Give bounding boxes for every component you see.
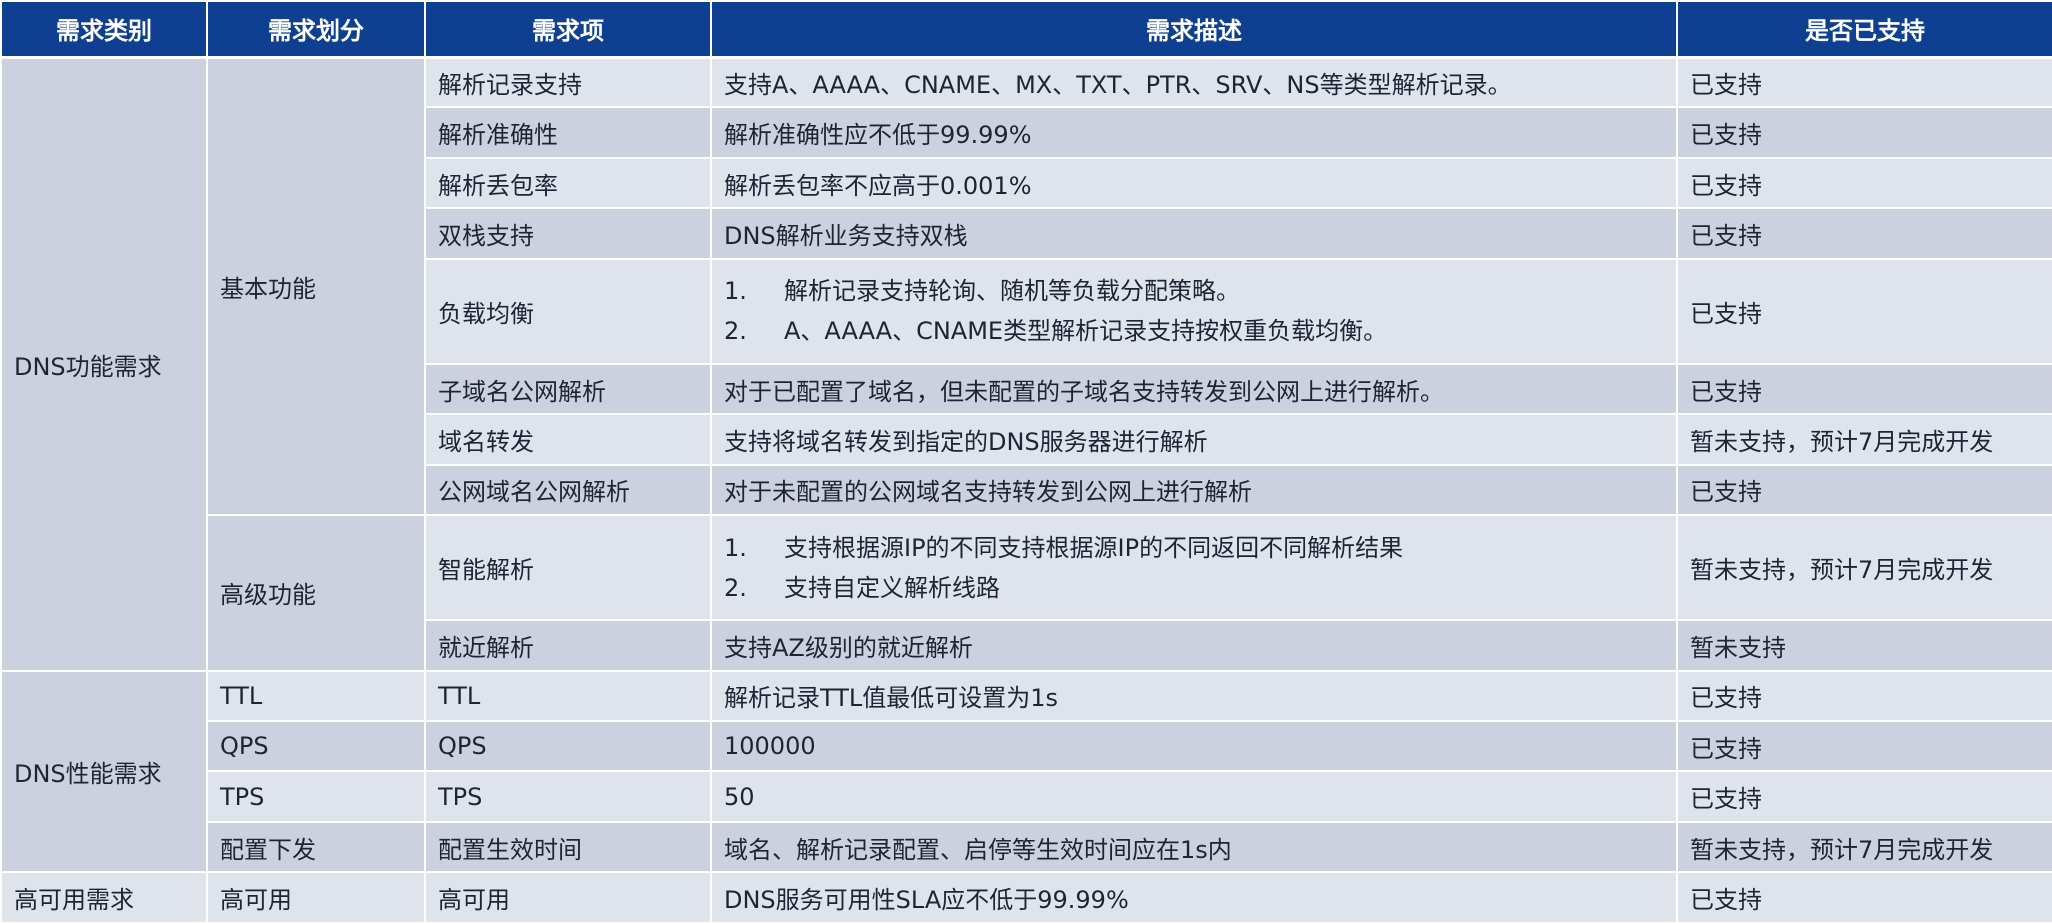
division-cell: TTL [206, 669, 426, 723]
header-division: 需求划分 [206, 0, 426, 59]
status-cell: 已支持 [1676, 106, 2052, 159]
item-cell: 域名转发 [424, 413, 712, 466]
description-line: 2. A、AAAA、CNAME类型解析记录支持按权重负载均衡。 [724, 311, 1664, 351]
table-row: DNS功能需求 基本功能 解析记录支持 支持A、AAAA、CNAME、MX、TX… [0, 55, 2052, 672]
table-row: 高可用需求 高可用 高可用 DNS服务可用性SLA应不低于99.99% 已支持 [0, 871, 2052, 924]
division-cell: 配置下发 [206, 820, 426, 874]
status-cell: 暂未支持，预计7月完成开发 [1676, 514, 2052, 622]
description-cell: DNS服务可用性SLA应不低于99.99% [710, 871, 1678, 924]
status-cell: 已支持 [1676, 156, 2052, 210]
description-cell: 50 [710, 770, 1678, 823]
header-row: 需求类别 需求划分 需求项 需求描述 是否已支持 [0, 0, 2052, 59]
description-line: 2. 支持自定义解析线路 [724, 568, 1664, 608]
category-cell: DNS功能需求 [0, 56, 208, 672]
description-cell: DNS解析业务支持双栈 [710, 207, 1678, 260]
status-cell: 暂未支持，预计7月完成开发 [1676, 820, 2052, 874]
table-row: 高级功能 智能解析 1. 支持根据源IP的不同支持根据源IP的不同返回不同解析结果… [1, 514, 2052, 672]
status-cell: 已支持 [1676, 669, 2052, 723]
description-cell: 解析准确性应不低于99.99% [710, 106, 1678, 159]
item-cell: TTL [424, 669, 712, 723]
status-cell: 已支持 [1676, 720, 2052, 773]
description-cell: 1. 解析记录支持轮询、随机等负载分配策略。 2. A、AAAA、CNAME类型解析… [710, 257, 1678, 365]
description-cell: 对于已配置了域名，但未配置的子域名支持转发到公网上进行解析。 [710, 362, 1678, 416]
table-row: 配置下发 配置生效时间 域名、解析记录配置、启停等生效时间应在1s内 暂未支持，… [1, 820, 2052, 874]
description-cell: 支持A、AAAA、CNAME、MX、TXT、PTR、SRV、NS等类型解析记录。 [710, 55, 1678, 109]
list-number: 1. [724, 533, 747, 562]
status-cell: 已支持 [1676, 463, 2052, 517]
description-cell: 支持将域名转发到指定的DNS服务器进行解析 [710, 413, 1678, 466]
description-cell: 解析记录TTL值最低可设置为1s [710, 669, 1678, 723]
description-cell: 对于未配置的公网域名支持转发到公网上进行解析 [710, 463, 1678, 517]
division-cell: QPS [206, 720, 426, 773]
list-number: 2. [724, 573, 747, 602]
description-cell: 100000 [710, 720, 1678, 773]
table-row: QPS QPS 100000 已支持 [1, 720, 2052, 773]
status-cell: 暂未支持，预计7月完成开发 [1676, 413, 2052, 466]
status-cell: 暂未支持 [1676, 619, 2052, 672]
item-cell: 公网域名公网解析 [424, 463, 712, 517]
item-cell: TPS [424, 770, 712, 823]
description-cell: 解析丢包率不应高于0.001% [710, 156, 1678, 210]
description-text: 支持根据源IP的不同支持根据源IP的不同返回不同解析结果 [784, 533, 1404, 562]
division-cell: 基本功能 [206, 55, 426, 517]
header-status: 是否已支持 [1676, 0, 2052, 59]
item-cell: 解析准确性 [424, 106, 712, 159]
header-category: 需求类别 [0, 0, 208, 59]
header-item: 需求项 [424, 0, 712, 59]
description-text: A、AAAA、CNAME类型解析记录支持按权重负载均衡。 [784, 317, 1388, 346]
division-cell: TPS [206, 770, 426, 823]
item-cell: 双栈支持 [424, 207, 712, 260]
status-cell: 已支持 [1676, 362, 2052, 416]
list-number: 2. [724, 317, 747, 346]
status-cell: 已支持 [1676, 770, 2052, 823]
description-cell: 支持AZ级别的就近解析 [710, 619, 1678, 672]
table-row: DNS性能需求 TTL TTL 解析记录TTL值最低可设置为1s 已支持 [0, 669, 2052, 874]
description-text: 支持自定义解析线路 [784, 573, 1000, 602]
header-description: 需求描述 [710, 0, 1678, 59]
item-cell: 配置生效时间 [424, 820, 712, 874]
division-cell: 高级功能 [206, 514, 426, 672]
category-cell: DNS性能需求 [0, 669, 208, 874]
item-cell: QPS [424, 720, 712, 773]
status-cell: 已支持 [1676, 207, 2052, 260]
status-cell: 已支持 [1676, 257, 2052, 365]
list-number: 1. [724, 277, 747, 306]
item-cell: 解析丢包率 [424, 156, 712, 210]
item-cell: 解析记录支持 [424, 55, 712, 109]
item-cell: 就近解析 [424, 619, 712, 672]
item-cell: 智能解析 [424, 514, 712, 622]
item-cell: 高可用 [424, 871, 712, 924]
status-cell: 已支持 [1676, 871, 2052, 924]
description-cell: 域名、解析记录配置、启停等生效时间应在1s内 [710, 820, 1678, 874]
division-cell: 高可用 [206, 871, 426, 924]
item-cell: 子域名公网解析 [424, 362, 712, 416]
description-text: 解析记录支持轮询、随机等负载分配策略。 [784, 277, 1240, 306]
item-cell: 负载均衡 [424, 257, 712, 365]
category-cell: 高可用需求 [0, 871, 208, 924]
table-row: TPS TPS 50 已支持 [1, 770, 2052, 823]
status-cell: 已支持 [1676, 55, 2052, 109]
description-line: 1. 支持根据源IP的不同支持根据源IP的不同返回不同解析结果 [724, 528, 1664, 568]
requirements-table: 需求类别 需求划分 需求项 需求描述 是否已支持 DNS功能需求 基本功能 解析… [0, 0, 2052, 924]
description-line: 1. 解析记录支持轮询、随机等负载分配策略。 [724, 271, 1664, 311]
description-cell: 1. 支持根据源IP的不同支持根据源IP的不同返回不同解析结果 2. 支持自定义解析… [710, 514, 1678, 622]
